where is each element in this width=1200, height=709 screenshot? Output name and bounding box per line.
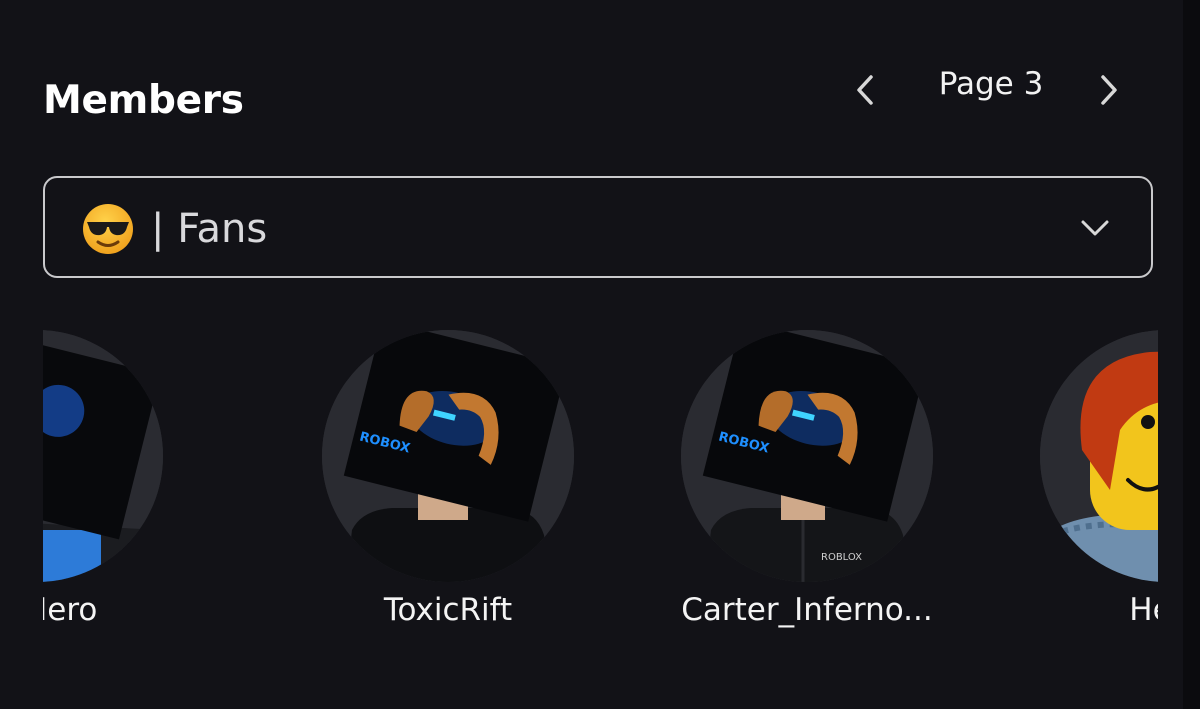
member-name: Hero bbox=[1129, 592, 1158, 628]
pagination: Page 3 bbox=[840, 60, 1140, 120]
member-card[interactable]: Hero bbox=[1040, 330, 1158, 628]
member-avatar bbox=[1040, 330, 1158, 582]
sunglasses-face-emoji bbox=[83, 204, 133, 254]
next-page-button[interactable] bbox=[1086, 68, 1130, 112]
chevron-right-icon bbox=[1101, 75, 1117, 105]
section-title: Members bbox=[43, 78, 244, 123]
member-name: er_Hero bbox=[43, 592, 98, 628]
member-avatar bbox=[43, 330, 163, 582]
role-dropdown-label: | Fans bbox=[151, 206, 268, 252]
member-name: ToxicRift bbox=[383, 592, 513, 628]
member-name: Carter_Inferno... bbox=[681, 592, 933, 628]
member-card[interactable]: er_Hero bbox=[43, 330, 163, 628]
prev-page-button[interactable] bbox=[844, 68, 888, 112]
svg-text:ROBLOX: ROBLOX bbox=[821, 552, 862, 563]
role-dropdown[interactable]: | Fans bbox=[43, 176, 1153, 278]
page-label: Page 3 bbox=[938, 66, 1044, 102]
member-avatar: ROBOX bbox=[322, 330, 574, 582]
chevron-left-icon bbox=[857, 75, 873, 105]
member-card[interactable]: ROBOX ToxicRift bbox=[322, 330, 574, 628]
member-card[interactable]: ROBLOX ROBOX Carter_Inferno... bbox=[681, 330, 933, 628]
chevron-down-icon bbox=[1081, 220, 1109, 236]
member-list: er_Hero ROBOX ToxicRift bbox=[43, 330, 1158, 650]
member-avatar: ROBLOX ROBOX bbox=[681, 330, 933, 582]
scroll-edge bbox=[1183, 0, 1200, 709]
role-dropdown-value: | Fans bbox=[81, 202, 267, 256]
